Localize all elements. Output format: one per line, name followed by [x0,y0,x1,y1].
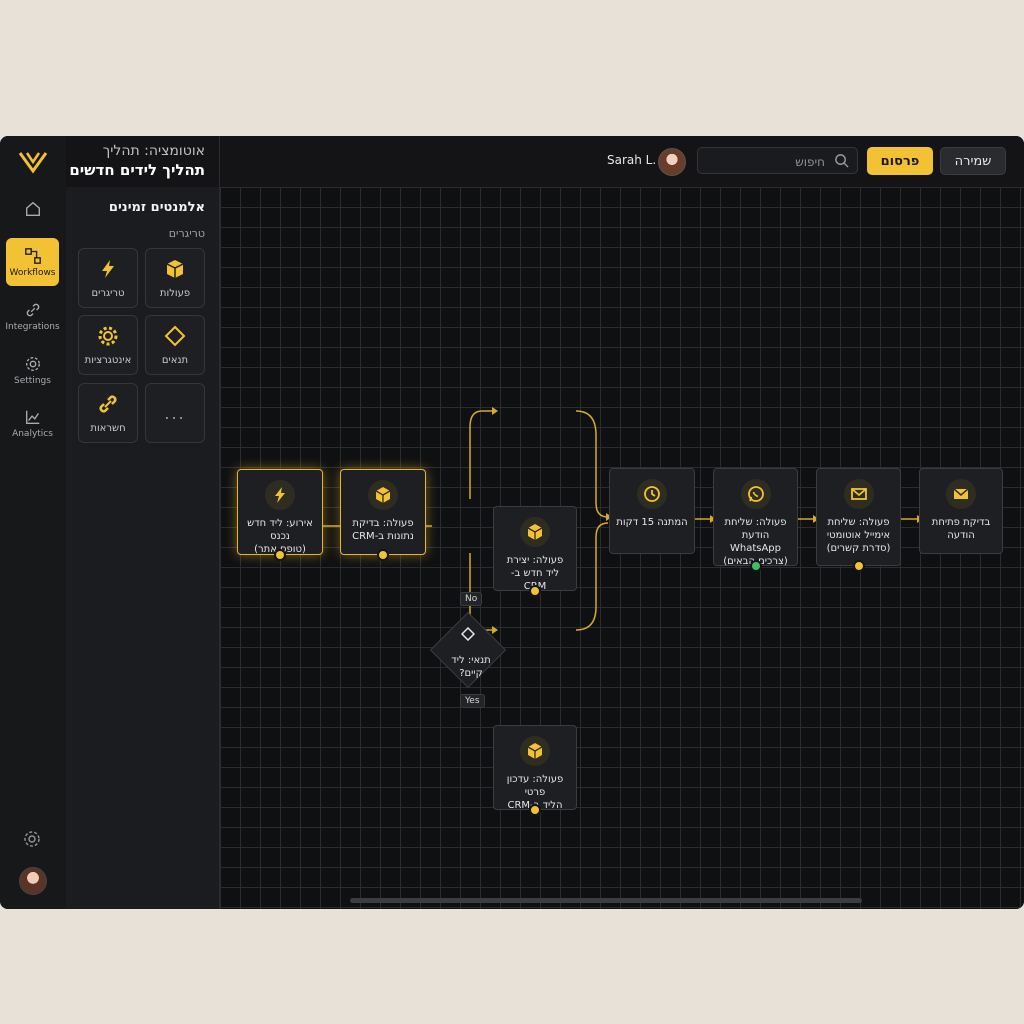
node-condition-label: תנאי: ליד קיים? [436,654,506,680]
app-window: Workflows Integrations Settings Analytic… [0,136,1024,909]
search-icon [835,154,849,168]
tile-actions-label: פעולות [159,287,191,299]
node-email-line3: (סדרת קשרים) [826,543,891,554]
node-open-check-label: בדיקת פתיחת הודעה [926,516,996,542]
link-icon [26,303,39,316]
tile-conditions-label: תנאים [161,354,189,366]
node-check-port[interactable] [377,549,389,561]
workflow-title[interactable]: תהליך לידים חדשים [69,161,205,179]
node-check-line1: פעולה: בדיקת [352,518,414,529]
node-update-port[interactable] [529,804,541,816]
branch-yes-label: Yes [460,694,485,708]
node-email-label: פעולה: שליחת אימייל אוטומטי (סדרת קשרים) [823,516,894,555]
node-wait[interactable]: המתנה 15 דקות [609,468,695,554]
user-avatar[interactable] [658,148,686,176]
nav-analytics[interactable]: Analytics [6,399,59,447]
nav-rail: Workflows Integrations Settings Analytic… [0,136,67,909]
logo-icon[interactable] [18,150,48,174]
nav-settings-label: Settings [14,375,51,386]
workflow-title-small: אוטומציה: תהליך [102,143,205,159]
clock-icon [637,479,667,509]
home-icon [25,201,40,216]
tile-conditions[interactable]: תנאים [145,315,205,375]
box-icon [368,480,398,510]
node-whatsapp-port[interactable] [749,560,762,572]
node-check-line2: נתונות ב-CRM [352,531,414,542]
gear-icon [25,356,40,371]
workflow-icon [24,247,41,264]
bolt-icon [102,259,114,278]
bolt-icon [265,480,295,510]
node-notify-line1: בדיקת פתיחת [931,517,991,528]
workflow-title-block: אוטומציה: תהליך תהליך לידים חדשים [66,136,220,187]
condition-icon [461,627,475,641]
nav-integrations[interactable]: Integrations [5,292,60,340]
node-email-line1: פעולה: שליחת [827,517,890,528]
link-icon [99,394,117,413]
tile-more[interactable]: ... [145,383,205,443]
box-icon [520,517,550,547]
tile-triggers[interactable]: טריגרים [78,248,138,308]
mail-icon [843,479,874,509]
user-avatar-rail[interactable] [19,867,47,895]
save-button[interactable]: שמירה [940,147,1006,175]
node-create-line1: פעולה: יצירת [506,555,564,566]
settings-gear-icon[interactable] [22,829,42,849]
nav-integrations-label: Integrations [5,321,60,332]
node-notify-line2: הודעה [947,530,975,541]
tile-actions[interactable]: פעולות [145,248,205,308]
node-wait-line1: המתנה 15 דקות [616,517,688,528]
node-check-crm-label: פעולה: בדיקת נתונות ב-CRM [347,517,419,543]
elements-panel: אלמנטים זמינים טריגרים פעולות טריגרים תנ… [66,187,220,909]
tile-triggers-label: טריגרים [91,287,125,299]
whatsapp-icon [740,479,771,509]
node-update-lead[interactable]: פעולה: עדכון פרטי הליד ב-CRM [493,725,577,816]
search-input[interactable] [713,152,827,172]
tile-connections[interactable]: חשראות [78,383,138,443]
node-open-check[interactable]: בדיקת פתיחת הודעה [919,468,1003,554]
panel-subtitle: טריגרים [168,227,205,240]
node-create-lead[interactable]: פעולה: יצירתליד חדש ב-CRM [493,506,577,597]
tile-connections-label: חשראות [90,422,126,434]
node-condition-line1: תנאי: ליד [451,655,491,666]
node-whatsapp[interactable]: פעולה: שליחת הודעת WhatsApp (צרכים הבאים) [713,468,798,572]
node-trigger-line1: אירוע: ליד חדש נכנס [247,518,313,542]
node-whatsapp-line1: פעולה: שליחת [724,517,787,528]
node-whatsapp-line2: הודעת WhatsApp [729,530,782,554]
tile-integrations[interactable]: אינטגרציות [78,315,138,375]
chart-icon [25,410,39,424]
diamond-icon [164,325,186,346]
horizontal-scrollbar[interactable] [350,898,862,903]
gear-icon [98,326,118,345]
branch-no-label: No [460,592,483,606]
box-icon [520,736,550,766]
node-email-port[interactable] [852,560,865,572]
node-email-line2: אימייל אוטומטי [826,530,891,541]
nav-home[interactable] [6,186,59,234]
nav-analytics-label: Analytics [12,428,53,439]
node-condition-line2: קיים? [459,668,483,679]
more-icon: ... [164,403,186,423]
nav-workflows-label: Workflows [9,267,56,278]
node-check-crm[interactable]: פעולה: בדיקת נתונות ב-CRM [340,469,426,561]
node-trigger[interactable]: אירוע: ליד חדש נכנס (טופס אתר) [237,469,323,561]
node-trigger-port[interactable] [274,549,286,561]
mail-icon [946,479,976,509]
node-wait-label: המתנה 15 דקות [616,516,688,529]
tile-integrations-label: אינטגרציות [84,354,132,366]
box-icon [166,259,184,278]
publish-button[interactable]: פרסום [867,147,933,175]
workflow-canvas[interactable]: אירוע: ליד חדש נכנס (טופס אתר) פעולה: בדי… [220,187,1024,909]
node-update-line1: פעולה: עדכון פרטי [506,774,564,798]
panel-title: אלמנטים זמינים [108,200,205,215]
search-box[interactable] [697,147,858,174]
nav-settings[interactable]: Settings [6,346,59,394]
user-name: Sarah L. [607,153,657,167]
node-create-port[interactable] [529,585,541,597]
nav-workflows[interactable]: Workflows [6,238,59,286]
top-header: אוטומציה: תהליך תהליך לידים חדשים Sarah … [66,136,1024,188]
node-email[interactable]: פעולה: שליחת אימייל אוטומטי (סדרת קשרים) [816,468,901,572]
